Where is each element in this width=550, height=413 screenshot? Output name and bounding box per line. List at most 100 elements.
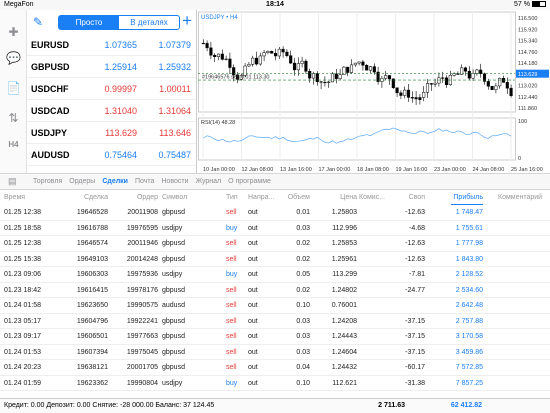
col-header-10[interactable]: Прибыль: [451, 192, 483, 205]
tab-4[interactable]: Новости: [161, 174, 188, 189]
tab-3[interactable]: Почта: [135, 174, 154, 189]
pencil-icon[interactable]: ✎: [33, 15, 47, 29]
cell-4: buy: [226, 271, 238, 278]
cell-9: -4.68: [409, 224, 425, 232]
cell-10: 1 843.80: [455, 255, 483, 263]
col-header-8[interactable]: Комис...: [359, 192, 393, 204]
table-row[interactable]: 01.23 09:06 19606303 19975936 usdjpy buy out 0…: [0, 267, 550, 283]
chart-bg: [198, 10, 550, 173]
cell-1: 19649103: [76, 255, 108, 263]
col-header-1[interactable]: Сделка: [64, 192, 108, 204]
tab-1[interactable]: Ордеры: [69, 174, 95, 189]
candle-body: [444, 77, 449, 85]
cell-2: 20014248: [126, 255, 158, 263]
cell-7: 0.76001: [331, 302, 357, 309]
cell-3: gbpusd: [162, 286, 185, 294]
tab-5[interactable]: Журнал: [196, 174, 222, 189]
cell-10: 1 755.61: [455, 224, 483, 232]
table-row[interactable]: 01.23 18:42 19616415 19978176 gbpusd sell out…: [0, 283, 550, 298]
crosshair-icon[interactable]: ✚: [5, 24, 22, 41]
table-row[interactable]: 01.25 12:38 19646528 20011908 gbpusd sell out…: [0, 205, 550, 221]
quote-row[interactable]: USDCAD 1.31040 1.31064: [27, 100, 196, 122]
cell-10: 3 170.58: [455, 333, 483, 340]
cell-7: 1.24604: [331, 348, 357, 356]
candle-body: [479, 69, 483, 74]
col-header-11[interactable]: Комментарий: [498, 192, 548, 204]
cell-6: 0.03: [296, 348, 310, 356]
cell-9: -7.81: [409, 271, 425, 278]
candle-body: [425, 83, 430, 93]
add-symbol-icon[interactable]: +: [182, 11, 192, 31]
battery-icon: [532, 1, 546, 7]
col-header-0[interactable]: Время: [4, 192, 59, 204]
candle-body: [216, 53, 221, 58]
col-header-9[interactable]: Своп: [404, 192, 425, 204]
cell-1: 19638121: [76, 364, 108, 371]
col-header-5[interactable]: Напра...: [248, 192, 281, 204]
quote-row[interactable]: USDJPY 113.629 113.646: [27, 122, 196, 144]
footer-summary: Кредит: 0.00 Депозит: 0.00 Снятие: -28 0…: [0, 398, 550, 413]
tab-0[interactable]: Торговля: [33, 174, 62, 189]
candle-body: [395, 87, 399, 94]
cell-9: -31.38: [405, 379, 425, 387]
cell-0: 01.24 01:53: [4, 348, 41, 356]
table-row[interactable]: 01.25 12:38 19646574 20011946 gbpusd sell out…: [0, 236, 550, 252]
table-row[interactable]: 01.23 09:17 19606501 19977663 gbpusd sell out…: [0, 329, 550, 345]
cell-7: 1.24208: [331, 317, 357, 325]
cell-5: out: [248, 240, 258, 247]
table-row[interactable]: 01.25 18:58 19616788 19976595 usdjpy buy out 0…: [0, 221, 550, 236]
cell-4: sell: [226, 240, 237, 247]
quote-row[interactable]: USDCHF 0.99997 1.00011: [27, 78, 196, 100]
tab-simple[interactable]: Просто: [59, 16, 119, 29]
col-header-3[interactable]: Символ: [162, 192, 207, 204]
cell-0: 01.24 20:23: [4, 364, 41, 371]
cell-1: 19646574: [76, 240, 108, 247]
quote-ask: 1.31064: [158, 106, 191, 116]
chat-icon[interactable]: 💬: [5, 50, 22, 67]
cell-1: 19646528: [76, 209, 108, 216]
price-tick-label: 111.860: [518, 106, 537, 112]
table-row[interactable]: 01.24 01:58 19623650 19990575 audusd sell out…: [0, 298, 550, 314]
price-chart[interactable]: 116.500 115.920 115.340 114.760 114.180 113.6…: [198, 10, 550, 173]
quote-row[interactable]: EURUSD 1.07365 1.07379: [27, 34, 196, 56]
candle-body: [471, 73, 475, 79]
timeframe-button[interactable]: H4: [5, 136, 22, 153]
trade-icon[interactable]: ⇅: [5, 110, 22, 127]
table-row[interactable]: 01.24 01:59 19623362 19990804 usdjpy buy out 0…: [0, 376, 550, 391]
tab-6[interactable]: О программе: [228, 174, 271, 189]
calendar-icon[interactable]: ▤: [8, 176, 20, 187]
current-price-label: 113.629: [518, 72, 537, 78]
col-header-7[interactable]: Цена: [321, 192, 357, 204]
quote-ask: 1.07379: [158, 40, 191, 50]
cell-3: gbpusd: [162, 255, 185, 263]
table-row[interactable]: 01.24 20:23 19638121 20001705 gbpusd sell out…: [0, 360, 550, 376]
tab-details[interactable]: В деталях: [119, 16, 179, 29]
quote-row[interactable]: AUDUSD 0.75464 0.75487: [27, 144, 196, 166]
cell-3: gbpusd: [162, 364, 185, 371]
cell-1: 19616415: [76, 286, 108, 294]
cell-0: 01.23 09:06: [4, 271, 41, 278]
candle-body: [247, 64, 251, 67]
cell-7: 1.25961: [331, 255, 357, 263]
cell-5: out: [248, 317, 258, 325]
col-header-4[interactable]: Тип: [226, 192, 246, 204]
status-bar: MegaFon 18:14 57 %: [0, 0, 550, 10]
table-row[interactable]: 01.24 01:53 19607394 19975045 gbpusd sell out…: [0, 345, 550, 360]
cell-7: 1.24802: [331, 286, 357, 294]
table-row[interactable]: 01.25 15:38 19649103 20014248 gbpusd sell out…: [0, 252, 550, 267]
candle-body: [281, 48, 285, 53]
cell-10: 2 642.48: [455, 302, 483, 309]
quote-row[interactable]: GBPUSD 1.25914 1.25932: [27, 56, 196, 78]
table-row[interactable]: 01.23 05:17 19604796 19922241 gbpusd sell out…: [0, 314, 550, 329]
document-icon[interactable]: 📄: [5, 80, 22, 97]
cell-4: buy: [226, 379, 238, 387]
tab-2[interactable]: Сделки: [102, 174, 128, 189]
candle-body: [365, 65, 369, 71]
col-header-6[interactable]: Объем: [284, 192, 310, 204]
quote-bid: 0.99997: [104, 84, 137, 94]
battery-percent: 57 %: [514, 1, 530, 8]
col-header-2[interactable]: Ордер: [116, 192, 158, 204]
cell-7: 1.24443: [331, 333, 357, 340]
candle-body: [258, 55, 262, 65]
candle-body: [289, 55, 293, 64]
